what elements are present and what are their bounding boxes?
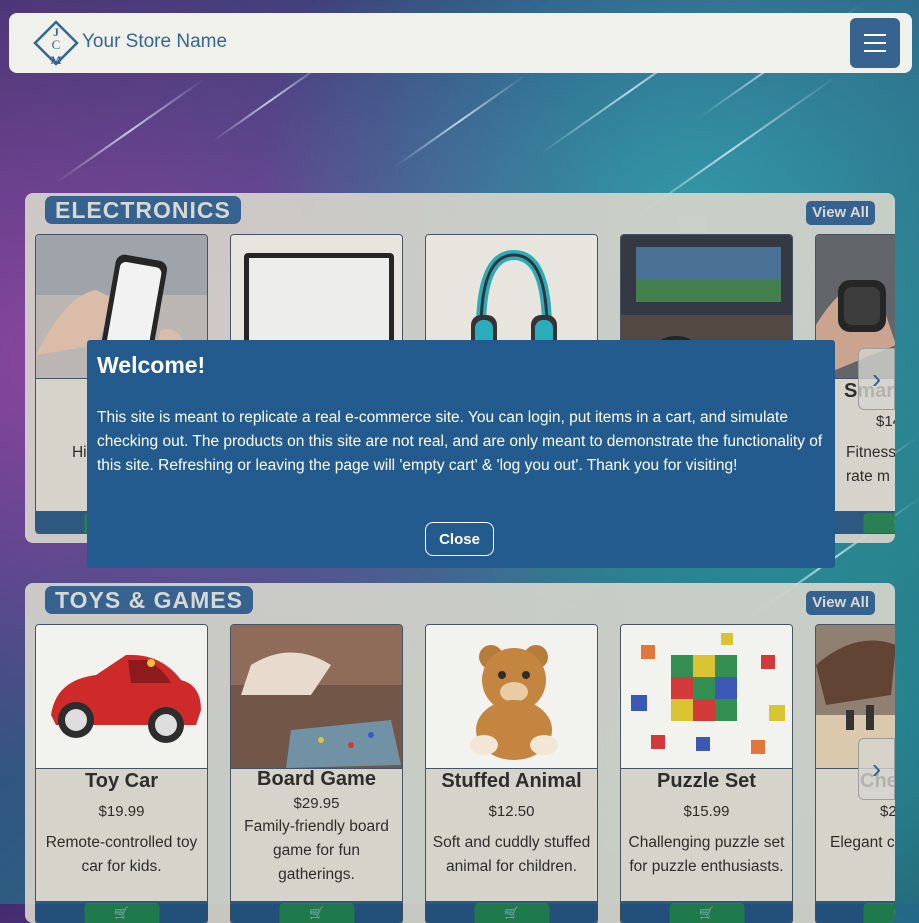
cart-icon: 🛒 (309, 906, 324, 920)
card-footer: 🛒 (426, 901, 597, 923)
card-footer: 🛒 (816, 901, 895, 923)
cart-icon: 🛒 (504, 906, 519, 920)
cart-icon: 🛒 (114, 906, 129, 920)
close-button[interactable]: Close (425, 522, 494, 556)
add-to-cart-button[interactable]: 🛒 (474, 903, 549, 923)
cart-icon: 🛒 (894, 906, 895, 920)
card-footer: 🛒 (231, 901, 402, 923)
add-to-cart-button[interactable]: 🛒 (84, 903, 159, 923)
card-footer: 🛒 (36, 901, 207, 923)
add-to-cart-button[interactable]: 🛒 (669, 903, 744, 923)
cart-icon: 🛒 (699, 906, 714, 920)
modal-title: Welcome! (97, 352, 206, 378)
add-to-cart-button[interactable]: 🛒 (279, 903, 354, 923)
modal-body: This site is meant to replicate a real e… (97, 409, 823, 474)
add-to-cart-button[interactable]: 🛒 (863, 903, 895, 923)
welcome-modal: Welcome! This site is meant to replicate… (87, 340, 835, 568)
card-footer: 🛒 (621, 901, 792, 923)
